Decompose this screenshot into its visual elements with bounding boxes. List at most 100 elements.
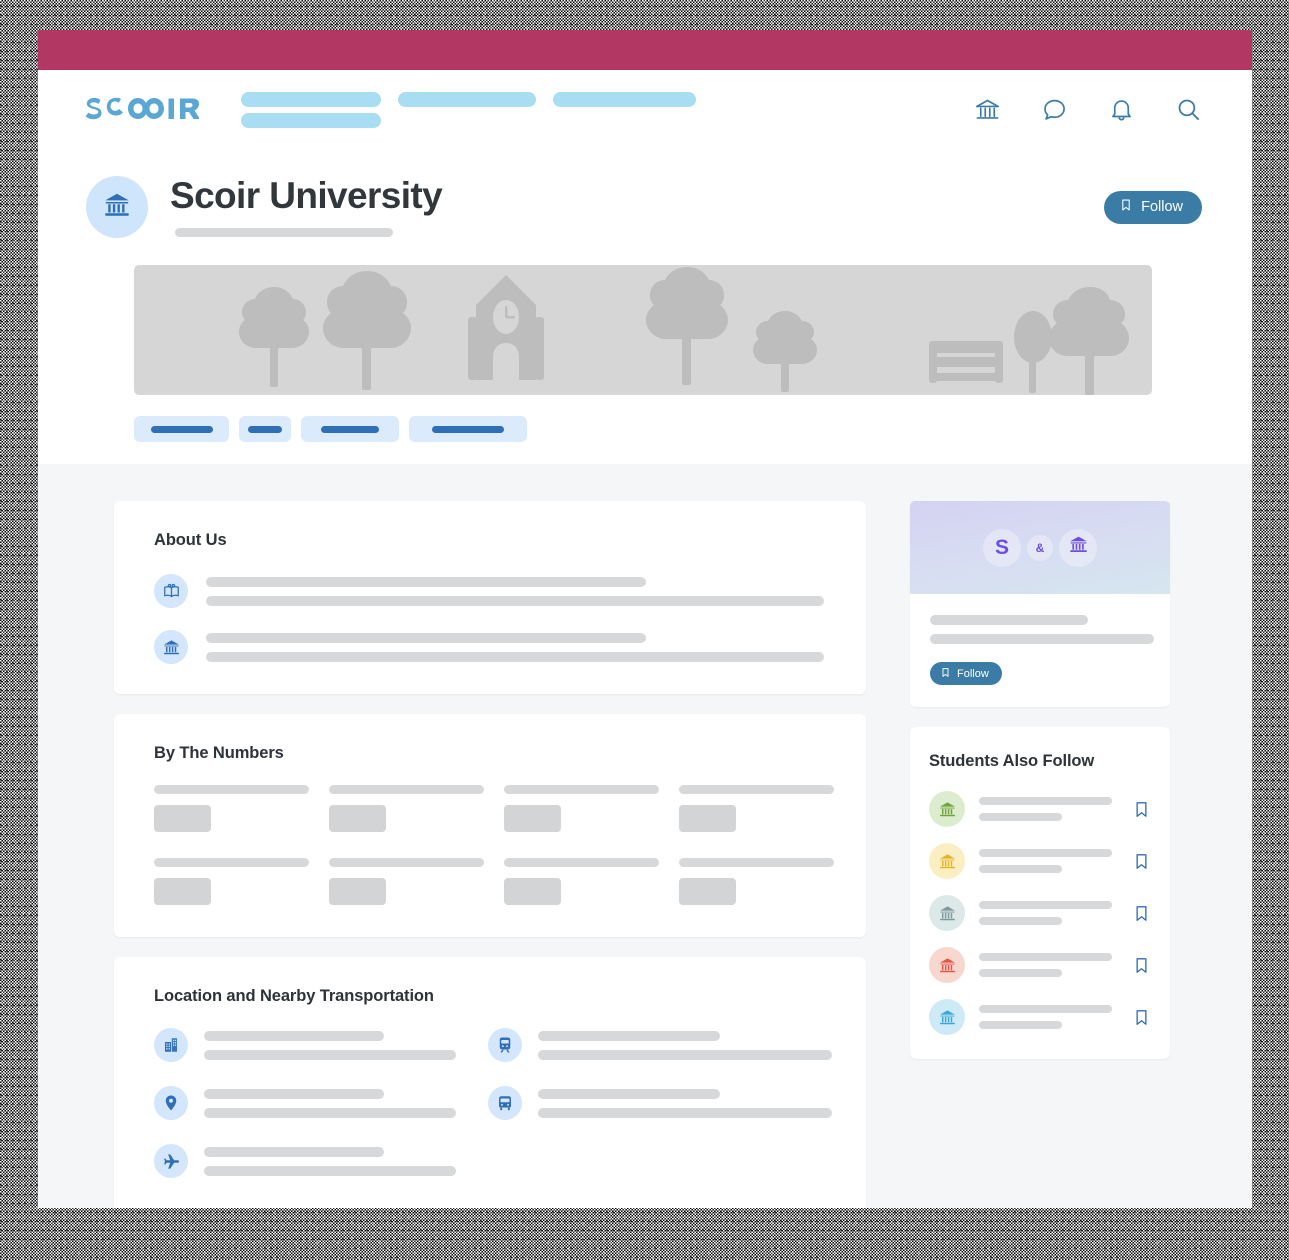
list-item-skeleton-lines [979,797,1118,821]
list-item[interactable] [929,895,1151,931]
location-grid [154,1028,832,1178]
skeleton-line [538,1049,832,1060]
partner-follow-label: Follow [957,667,989,680]
stat-label-placeholder [329,785,484,794]
college-bank-icon[interactable] [974,96,1001,123]
skeleton-line [979,1021,1062,1029]
bank-icon [929,843,965,879]
stats-grid [154,785,834,905]
stat-label-placeholder [679,858,834,867]
location-row-bus [488,1086,832,1120]
students-also-follow-title: Students Also Follow [929,752,1095,770]
tab-label-placeholder [321,425,379,433]
bookmark-icon [940,667,951,681]
location-row-skeleton-lines [204,1146,460,1176]
partner-initial-badge: S [983,528,1021,567]
screenshot-frame: Scoir University Follow About Us By The … [0,0,1289,1260]
location-row-map-pin [154,1086,460,1120]
students-also-follow-card: Students Also Follow [910,727,1170,1059]
tab-1[interactable] [134,416,229,442]
nav-skeleton-bar [241,92,381,107]
bank-icon [929,999,965,1035]
skeleton-line [538,1088,720,1099]
page-title: Scoir University [170,175,443,217]
app-window: Scoir University Follow About Us By The … [38,30,1252,1208]
stat-value-placeholder [679,805,736,832]
skeleton-line [979,797,1112,805]
stat-label-placeholder [679,785,834,794]
stat-6 [329,858,484,905]
students-also-follow-list [929,791,1151,1035]
bookmark-icon [1119,198,1133,216]
stat-value-placeholder [504,805,561,832]
location-row-train [488,1028,832,1062]
bookmark-icon[interactable] [1132,904,1151,923]
about-rows [154,574,832,664]
skeleton-line [979,813,1062,821]
bookmark-icon[interactable] [1132,956,1151,975]
top-accent-bar [38,30,1252,70]
page-body: About Us By The Numbers Location and Nea… [38,464,1252,1208]
tab-label-placeholder [248,425,282,433]
stat-2 [329,785,484,832]
train-icon [488,1028,522,1062]
skeleton-line [204,1030,384,1041]
map-pin-icon [154,1086,188,1120]
tab-label-placeholder [150,425,213,433]
stat-value-placeholder [504,878,561,905]
stat-4 [679,785,834,832]
list-item[interactable] [929,843,1151,879]
stat-label-placeholder [504,858,659,867]
stat-8 [679,858,834,905]
skeleton-line [979,917,1062,925]
stat-label-placeholder [154,858,309,867]
avatar [86,176,148,238]
tab-2[interactable] [239,416,291,442]
bank-icon [1068,534,1089,561]
skeleton-line [979,969,1062,977]
about-row-skeleton-lines [206,576,832,606]
profile-tab-strip [86,395,1202,464]
skeleton-line [930,615,1088,625]
nav-item-2[interactable] [398,92,536,107]
about-row-book [154,574,832,608]
main-column: About Us By The Numbers Location and Nea… [114,501,866,1208]
list-item[interactable] [929,947,1151,983]
bookmark-icon[interactable] [1132,852,1151,871]
skeleton-line [204,1088,384,1099]
tab-4[interactable] [409,416,527,442]
city-building-icon [154,1028,188,1062]
skeleton-line [206,595,824,606]
skeleton-line [979,865,1062,873]
skeleton-line [204,1165,456,1176]
partner-follow-button[interactable]: Follow [930,662,1002,685]
stat-5 [154,858,309,905]
nav-skeleton-bar [553,92,696,107]
partner-ampersand-badge: & [1027,534,1053,561]
list-item[interactable] [929,999,1151,1035]
location-row-skeleton-lines [538,1030,832,1060]
chat-bubble-icon[interactable] [1041,96,1068,123]
follow-button[interactable]: Follow [1104,190,1202,224]
bus-icon [488,1086,522,1120]
nav-placeholder-group [241,90,974,128]
about-us-card: About Us [114,501,866,694]
partner-card-body: Follow [910,594,1170,707]
header-icon-group [974,96,1202,123]
bank-icon [929,947,965,983]
nav-item-1[interactable] [241,92,381,128]
follow-button-label: Follow [1141,199,1183,215]
tab-3[interactable] [301,416,399,442]
nav-item-3[interactable] [553,92,696,107]
bookmark-icon[interactable] [1132,1008,1151,1027]
partner-school-badge [1059,528,1097,567]
location-transportation-card: Location and Nearby Transportation [114,957,866,1208]
bookmark-icon[interactable] [1132,800,1151,819]
bell-icon[interactable] [1108,96,1135,123]
site-header [38,70,1252,148]
skeleton-line [979,953,1112,961]
about-us-title: About Us [154,531,227,549]
search-icon[interactable] [1175,96,1202,123]
list-item[interactable] [929,791,1151,827]
scoir-wordmark-logo[interactable] [84,92,200,126]
